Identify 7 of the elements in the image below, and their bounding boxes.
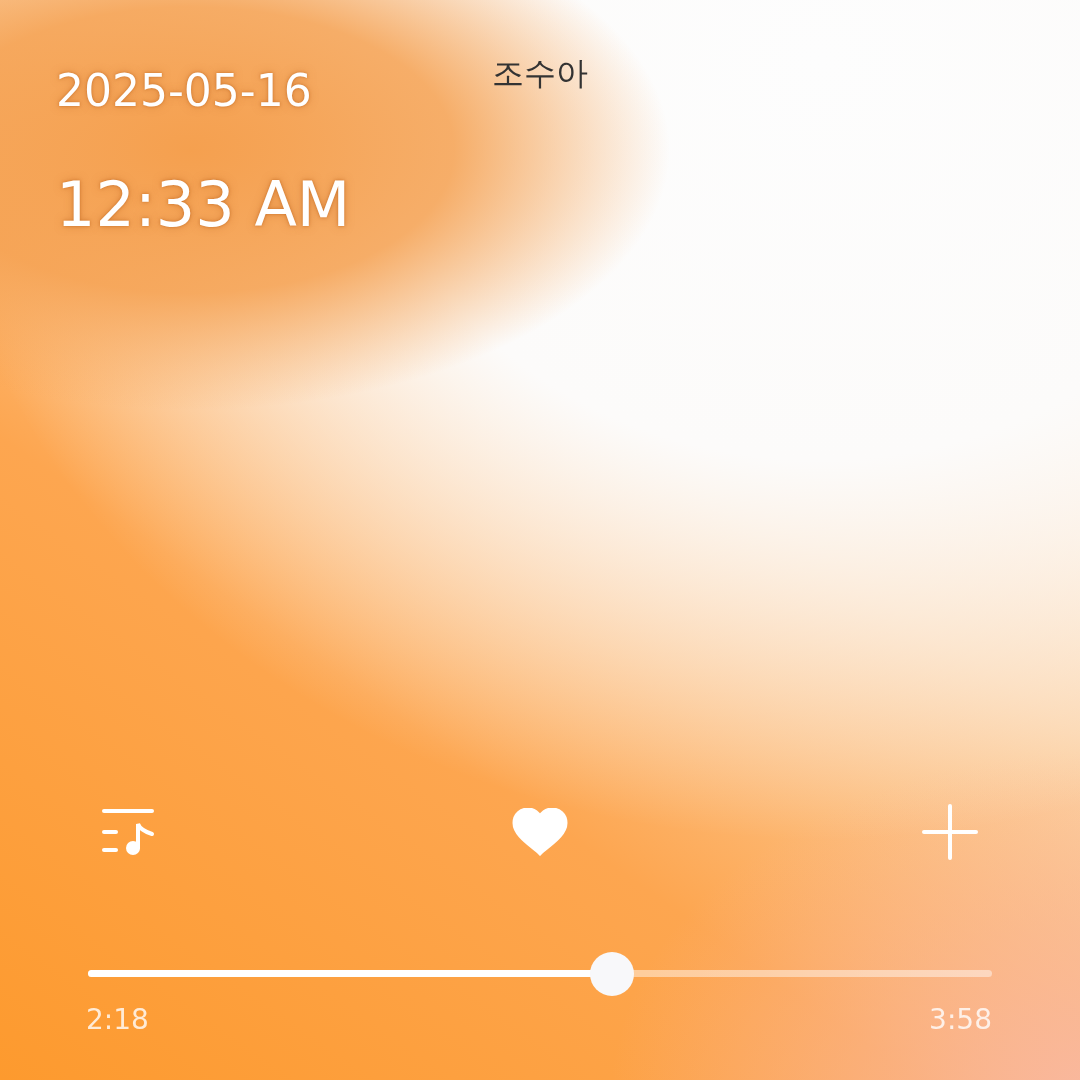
heart-icon[interactable]	[512, 808, 568, 856]
time-text: 12:33 AM	[56, 170, 351, 240]
total-duration: 3:58	[929, 1003, 992, 1036]
plus-icon[interactable]	[922, 804, 978, 860]
date-text: 2025-05-16	[56, 66, 313, 116]
artist-name: 조수아	[492, 53, 588, 94]
elapsed-time: 2:18	[86, 1003, 149, 1036]
